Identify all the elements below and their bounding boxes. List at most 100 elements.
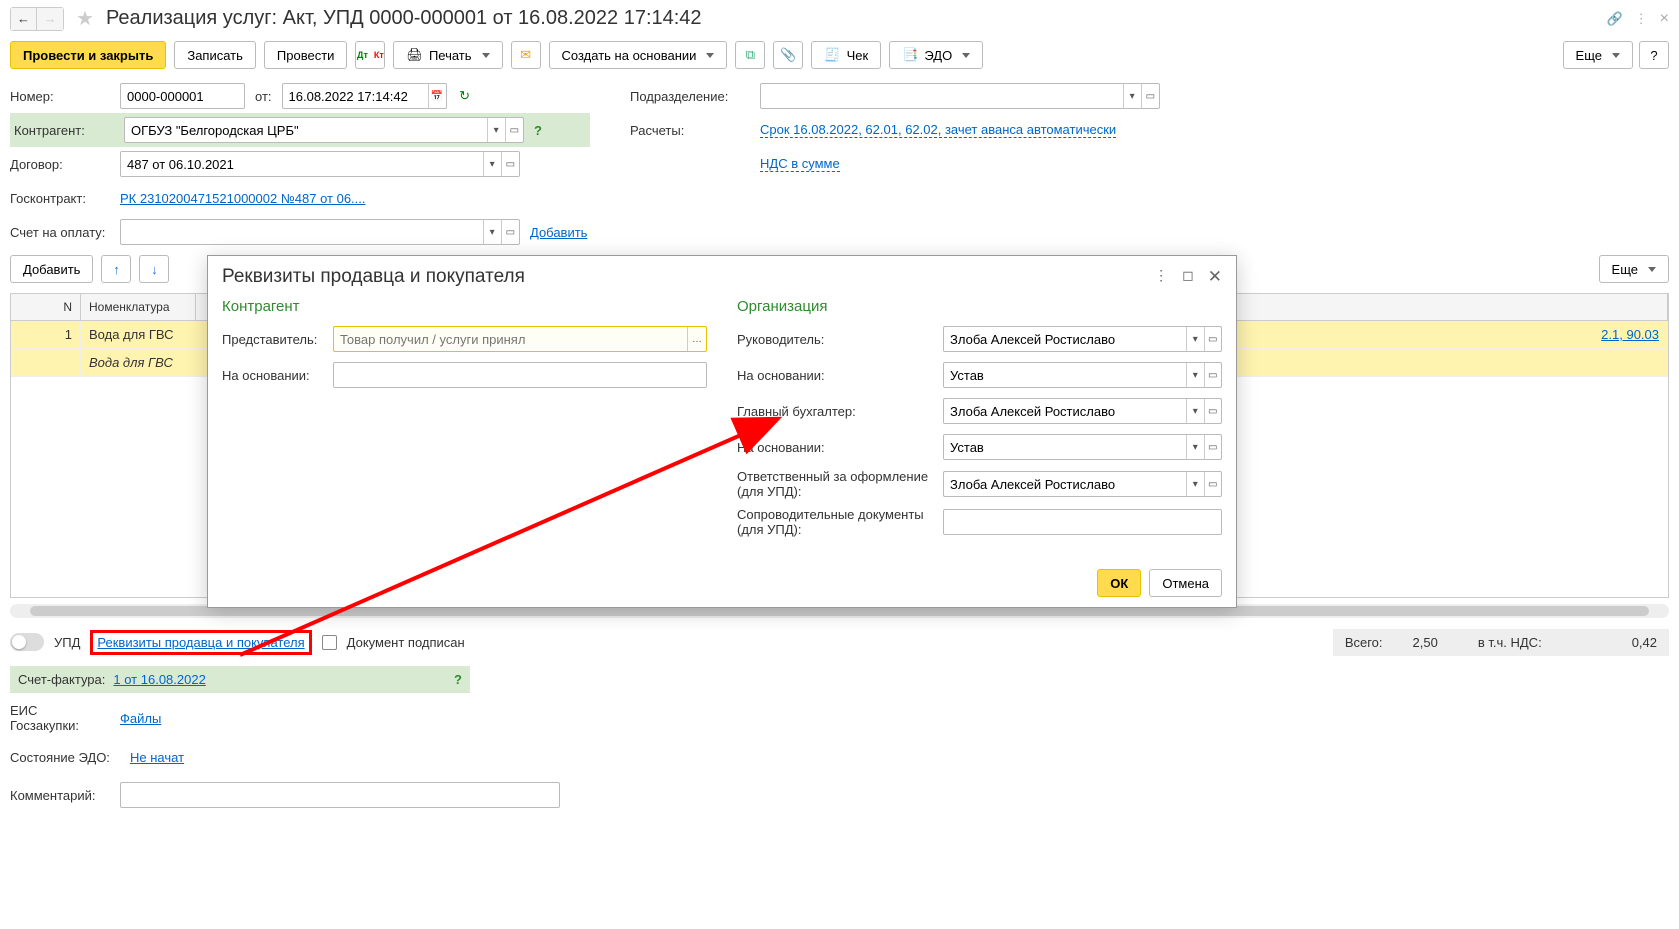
open-icon[interactable]: ▭: [1141, 84, 1159, 108]
nav-forward-button[interactable]: →: [37, 8, 63, 30]
post-and-close-button[interactable]: Провести и закрыть: [10, 41, 166, 69]
modal-menu-icon[interactable]: ⋮: [1154, 267, 1168, 287]
calendar-icon[interactable]: 📅: [428, 84, 446, 108]
counterparty-input[interactable]: [125, 118, 487, 142]
govcontract-label: Госконтракт:: [10, 191, 110, 206]
dt-kt-button[interactable]: ДтКт: [355, 41, 385, 69]
favorite-star-icon[interactable]: ★: [76, 6, 94, 31]
dropdown-icon[interactable]: ▾: [1123, 84, 1141, 108]
sf-link[interactable]: 1 от 16.08.2022: [113, 672, 205, 687]
create-based-on-button[interactable]: Создать на основании: [549, 41, 728, 69]
cancel-button[interactable]: Отмена: [1149, 569, 1222, 597]
vat-mode-link[interactable]: НДС в сумме: [760, 156, 840, 172]
receipt-icon: 🧾: [824, 47, 840, 63]
email-button[interactable]: ✉: [511, 41, 541, 69]
dropdown-icon[interactable]: ▾: [1186, 435, 1203, 459]
representative-input[interactable]: [334, 327, 687, 351]
grid-header-nomenclature: Номенклатура: [81, 294, 196, 320]
refresh-icon[interactable]: ↻: [457, 88, 473, 104]
settlements-label: Расчеты:: [630, 123, 750, 138]
help-counterparty-icon[interactable]: ?: [534, 123, 542, 138]
date-label: от:: [255, 89, 272, 104]
ok-button[interactable]: ОК: [1097, 569, 1141, 597]
invoice-input[interactable]: [121, 220, 483, 244]
stamp-icon: 📑: [902, 47, 918, 63]
upd-toggle[interactable]: [10, 633, 44, 651]
open-icon[interactable]: ▭: [501, 152, 519, 176]
dropdown-icon[interactable]: ▾: [1186, 472, 1203, 496]
sf-help-icon[interactable]: ?: [454, 672, 462, 687]
dropdown-icon[interactable]: ▾: [1186, 399, 1203, 423]
page-title: Реализация услуг: Акт, УПД 0000-000001 о…: [106, 7, 702, 30]
help-button[interactable]: ?: [1639, 41, 1669, 69]
accountant-label: Главный бухгалтер:: [737, 404, 937, 419]
edo-state-label: Состояние ЭДО:: [10, 750, 120, 765]
basis-org-label: На основании:: [737, 368, 937, 383]
open-icon[interactable]: ▭: [1204, 363, 1221, 387]
link-icon[interactable]: 🔗: [1606, 11, 1622, 27]
grid-add-button[interactable]: Добавить: [10, 255, 93, 283]
kebab-menu-icon[interactable]: ⋮: [1635, 11, 1648, 27]
edo-button[interactable]: 📑ЭДО: [889, 41, 983, 69]
responsible-input[interactable]: [944, 472, 1186, 496]
open-icon[interactable]: ▭: [1204, 327, 1221, 351]
settlements-link[interactable]: Срок 16.08.2022, 62.01, 62.02, зачет ава…: [760, 122, 1116, 138]
basis-cp-input[interactable]: [334, 363, 706, 387]
grid-more-button[interactable]: Еще: [1599, 255, 1669, 283]
seller-buyer-details-dialog: Реквизиты продавца и покупателя ⋮ ◻ ✕ Ко…: [207, 255, 1237, 608]
number-input[interactable]: [121, 84, 244, 108]
section-organization: Организация: [737, 298, 1222, 315]
open-icon[interactable]: ▭: [1204, 472, 1221, 496]
seller-buyer-details-link[interactable]: Реквизиты продавца и покупателя: [97, 635, 304, 650]
modal-title: Реквизиты продавца и покупателя: [222, 266, 525, 288]
open-icon[interactable]: ▭: [1204, 435, 1221, 459]
representative-label: Представитель:: [222, 332, 327, 347]
open-icon[interactable]: ▭: [505, 118, 523, 142]
basis-acc-label: На основании:: [737, 440, 937, 455]
accountant-input[interactable]: [944, 399, 1186, 423]
add-invoice-link[interactable]: Добавить: [530, 225, 587, 240]
close-window-icon[interactable]: ×: [1660, 10, 1669, 28]
printer-icon: 🖨: [406, 47, 423, 63]
move-down-button[interactable]: ↓: [139, 255, 169, 283]
copy-button[interactable]: ⧉: [735, 41, 765, 69]
division-input[interactable]: [761, 84, 1123, 108]
govcontract-link[interactable]: РК 2310200471521000002 №487 от 06....: [120, 191, 366, 206]
choose-icon[interactable]: …: [687, 327, 706, 351]
dropdown-icon[interactable]: ▾: [1186, 327, 1203, 351]
basis-acc-input[interactable]: [944, 435, 1186, 459]
paperclip-icon: 📎: [780, 47, 796, 63]
dropdown-icon[interactable]: ▾: [1186, 363, 1203, 387]
post-button[interactable]: Провести: [264, 41, 348, 69]
dropdown-icon[interactable]: ▾: [487, 118, 505, 142]
modal-close-icon[interactable]: ✕: [1208, 267, 1222, 287]
docs-input[interactable]: [944, 510, 1221, 534]
eis-files-link[interactable]: Файлы: [120, 711, 161, 726]
comment-label: Комментарий:: [10, 788, 110, 803]
attach-button[interactable]: 📎: [773, 41, 803, 69]
eis-label: ЕИС Госзакупки:: [10, 703, 110, 733]
document-signed-checkbox[interactable]: [322, 635, 337, 650]
head-input[interactable]: [944, 327, 1186, 351]
print-button[interactable]: 🖨Печать: [393, 41, 502, 69]
open-icon[interactable]: ▭: [501, 220, 519, 244]
contract-input[interactable]: [121, 152, 483, 176]
account-link[interactable]: 2.1, 90.03: [1601, 327, 1659, 342]
dropdown-icon[interactable]: ▾: [483, 152, 501, 176]
upd-label: УПД: [54, 635, 80, 650]
date-input[interactable]: [283, 84, 428, 108]
counterparty-label: Контрагент:: [14, 123, 114, 138]
open-icon[interactable]: ▭: [1204, 399, 1221, 423]
move-up-button[interactable]: ↑: [101, 255, 131, 283]
modal-maximize-icon[interactable]: ◻: [1182, 267, 1194, 287]
invoice-label: Счет на оплату:: [10, 225, 110, 240]
check-button[interactable]: 🧾Чек: [811, 41, 881, 69]
nav-back-button[interactable]: ←: [11, 8, 37, 30]
more-button[interactable]: Еще: [1563, 41, 1633, 69]
basis-org-input[interactable]: [944, 363, 1186, 387]
comment-input[interactable]: [121, 783, 559, 807]
save-button[interactable]: Записать: [174, 41, 256, 69]
dropdown-icon[interactable]: ▾: [483, 220, 501, 244]
arrow-down-icon: ↓: [151, 262, 158, 277]
edo-state-link[interactable]: Не начат: [130, 750, 184, 765]
